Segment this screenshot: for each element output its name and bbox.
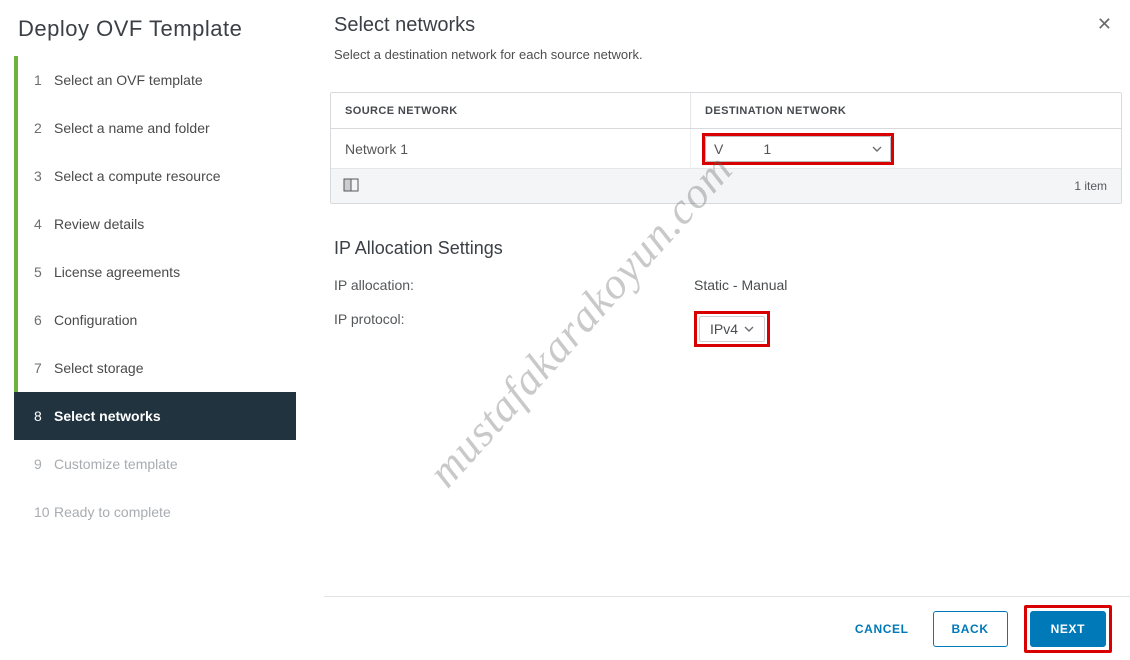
cancel-button[interactable]: CANCEL	[847, 612, 917, 646]
dest-select-value-right: 1	[763, 141, 771, 157]
table-header: Source Network Destination Network	[331, 93, 1121, 129]
main-panel: ✕ Select networks Select a destination n…	[324, 0, 1130, 660]
row-count: 1 item	[1074, 179, 1107, 193]
ip-allocation-heading: IP Allocation Settings	[334, 238, 1130, 259]
destination-network-select[interactable]: V 1	[705, 136, 891, 162]
close-icon[interactable]: ✕	[1097, 14, 1112, 35]
step-5[interactable]: 5License agreements	[14, 248, 296, 296]
step-label: Customize template	[54, 456, 178, 472]
step-label: Select storage	[54, 360, 144, 376]
dest-select-value-left: V	[714, 141, 723, 157]
step-8[interactable]: 8Select networks	[14, 392, 296, 440]
step-label: Configuration	[54, 312, 137, 328]
step-6[interactable]: 6Configuration	[14, 296, 296, 344]
step-label: Select a name and folder	[54, 120, 210, 136]
step-label: Select a compute resource	[54, 168, 221, 184]
step-10: 10Ready to complete	[14, 488, 296, 536]
step-label: License agreements	[54, 264, 180, 280]
step-label: Select an OVF template	[54, 72, 203, 88]
page-subtitle: Select a destination network for each so…	[334, 47, 1130, 62]
ip-protocol-select[interactable]: IPv4	[699, 316, 765, 342]
back-button[interactable]: BACK	[933, 611, 1008, 647]
step-9: 9Customize template	[14, 440, 296, 488]
step-3[interactable]: 3Select a compute resource	[14, 152, 296, 200]
step-2[interactable]: 2Select a name and folder	[14, 104, 296, 152]
next-button[interactable]: NEXT	[1030, 611, 1106, 647]
col-source-network: Source Network	[331, 93, 691, 128]
ip-protocol-value: IPv4	[710, 321, 738, 337]
wizard-title: Deploy OVF Template	[0, 0, 300, 64]
wizard-footer: CANCEL BACK NEXT	[324, 596, 1130, 660]
step-label: Ready to complete	[54, 504, 171, 520]
network-mapping-table: Source Network Destination Network Netwo…	[330, 92, 1122, 204]
destination-network-cell: V 1	[691, 129, 1121, 168]
page-title: Select networks	[334, 14, 1130, 37]
step-label: Select networks	[54, 408, 161, 424]
step-7[interactable]: 7Select storage	[14, 344, 296, 392]
columns-icon[interactable]	[343, 177, 359, 193]
wizard-steps: 1Select an OVF template 2Select a name a…	[14, 56, 296, 536]
ip-allocation-label: IP allocation:	[334, 277, 694, 293]
table-footer: 1 item	[331, 169, 1121, 203]
wizard-sidebar: Deploy OVF Template 1Select an OVF templ…	[0, 0, 300, 660]
ip-allocation-value: Static - Manual	[694, 277, 787, 293]
ip-protocol-label: IP protocol:	[334, 311, 694, 347]
chevron-down-icon	[744, 324, 754, 334]
table-row: Network 1 V 1	[331, 129, 1121, 169]
chevron-down-icon	[872, 144, 882, 154]
step-1[interactable]: 1Select an OVF template	[14, 56, 296, 104]
step-label: Review details	[54, 216, 144, 232]
step-4[interactable]: 4Review details	[14, 200, 296, 248]
source-network-cell: Network 1	[331, 129, 691, 168]
col-destination-network: Destination Network	[691, 105, 1121, 117]
